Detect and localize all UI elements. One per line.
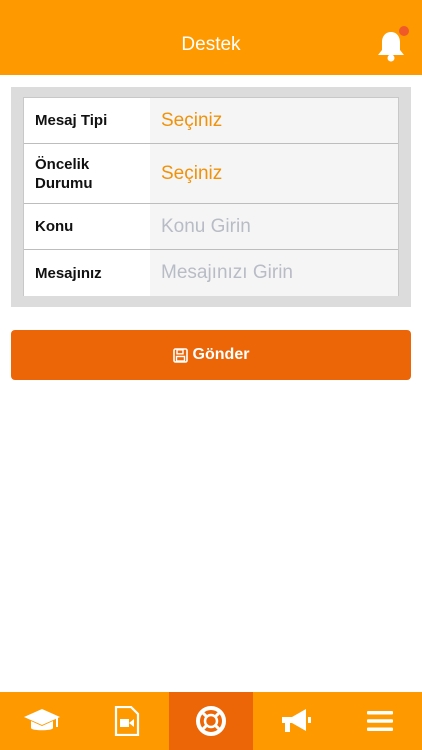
form-label: Öncelik Durumu [24, 144, 150, 203]
form-label: Mesajınız [24, 250, 150, 296]
form-label: Konu [24, 204, 150, 249]
form-row-subject: Konu [24, 204, 398, 250]
video-file-icon [114, 706, 139, 736]
message-field-wrap [150, 250, 398, 296]
tab-video[interactable] [84, 692, 168, 750]
notification-badge [399, 26, 409, 36]
floppy-disk-icon [172, 347, 188, 363]
tab-support[interactable] [168, 692, 254, 750]
tab-education[interactable] [0, 692, 84, 750]
subject-input[interactable] [161, 215, 398, 238]
send-button[interactable]: Gönder [11, 330, 411, 380]
support-form-panel: Mesaj Tipi Seçiniz Öncelik Durumu Seçini… [11, 87, 411, 307]
message-type-select[interactable]: Seçiniz [150, 98, 398, 143]
subject-field-wrap [150, 204, 398, 249]
tab-menu[interactable] [338, 692, 422, 750]
tab-announcements[interactable] [253, 692, 337, 750]
support-form: Mesaj Tipi Seçiniz Öncelik Durumu Seçini… [23, 97, 399, 296]
megaphone-icon [282, 709, 312, 732]
send-button-label: Gönder [192, 346, 250, 363]
form-row-priority: Öncelik Durumu Seçiniz [24, 144, 398, 204]
bottom-tab-bar [0, 692, 422, 750]
form-row-message-type: Mesaj Tipi Seçiniz [24, 98, 398, 144]
priority-select[interactable]: Seçiniz [150, 144, 398, 203]
lifebuoy-icon [196, 706, 227, 736]
menu-icon [366, 711, 393, 731]
page-title: Destek [181, 34, 241, 55]
form-label: Mesaj Tipi [24, 98, 150, 143]
app-header: Destek [0, 0, 422, 75]
graduation-cap-icon [24, 709, 61, 731]
form-row-message: Mesajınız [24, 250, 398, 296]
message-input[interactable] [161, 262, 398, 284]
